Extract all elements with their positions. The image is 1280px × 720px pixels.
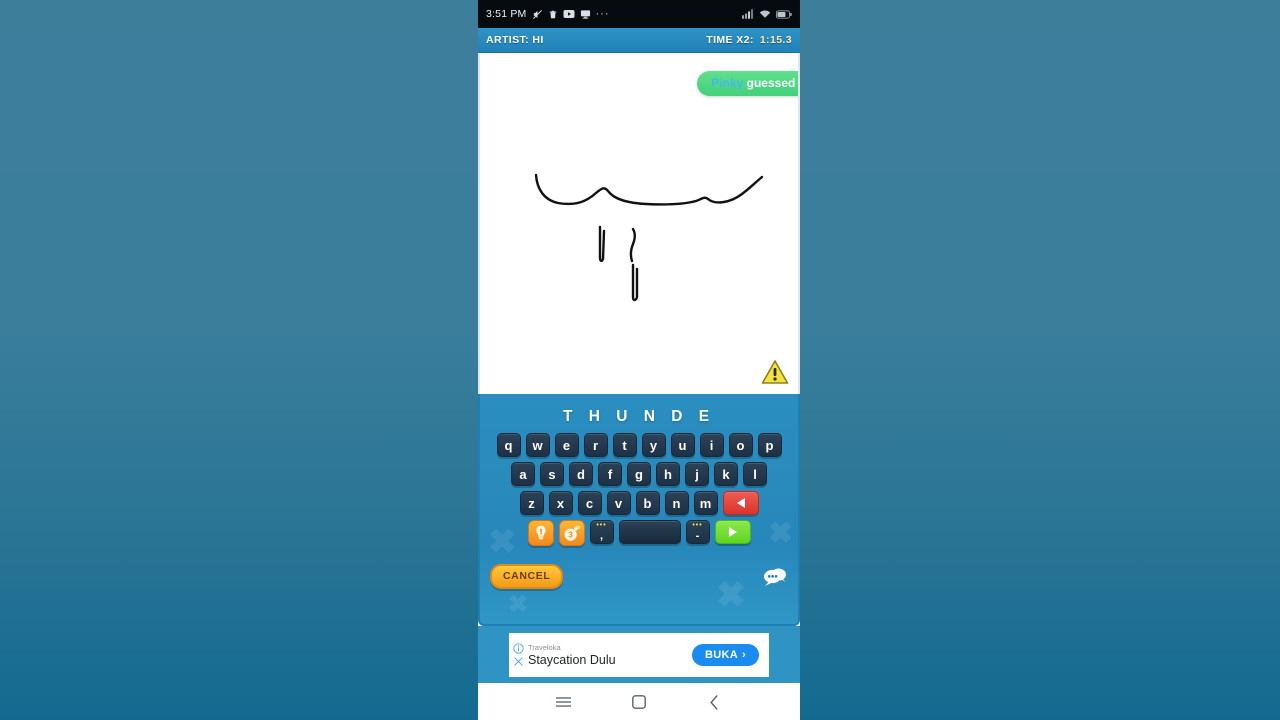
key-m[interactable]: m [693,491,718,515]
key-a[interactable]: a [511,462,535,486]
ad-banner[interactable]: Traveloka Staycation Dulu BUKA › [509,633,769,677]
keyboard-row-2: a s d f g h j k l [480,462,798,486]
key-hyphen[interactable]: ••• - [685,520,710,544]
artist-label: ARTIST: [486,34,530,46]
key-t[interactable]: t [612,433,637,457]
time-label: TIME X2: [706,34,754,46]
key-f[interactable]: f [598,462,622,486]
ad-zone: Traveloka Staycation Dulu BUKA › [478,626,800,683]
key-s[interactable]: s [540,462,564,486]
cancel-button[interactable]: CANCEL [490,564,564,589]
drawing-strokes [534,173,764,302]
key-w[interactable]: w [525,433,550,457]
toast-username: Pinky [711,76,744,90]
key-o[interactable]: o [728,433,753,457]
android-status-bar: 3:51 PM ··· [478,0,800,28]
ad-headline: Staycation Dulu [528,653,616,667]
keyboard-bottom-bar: CANCEL [480,551,798,589]
bomb-icon[interactable]: 3 [558,520,585,546]
artist-info: ARTIST: HI [486,34,706,46]
key-k[interactable]: k [714,462,738,486]
signal-icon [742,9,754,19]
ad-info-icon[interactable] [513,643,524,654]
artist-name: HI [532,34,544,46]
status-overflow-icon: ··· [595,8,610,20]
chat-bubble-icon[interactable] [762,566,788,588]
key-j[interactable]: j [685,462,709,486]
key-e[interactable]: e [554,433,579,457]
key-c[interactable]: c [577,491,602,515]
key-p[interactable]: p [757,433,782,457]
warning-triangle-icon[interactable] [760,358,790,386]
keyboard-row-3: z x c v b n m [480,491,798,515]
game-top-bar: ARTIST: HI TIME X2: 1:15.3 [478,28,800,53]
key-u[interactable]: u [670,433,695,457]
battery-icon [776,10,792,19]
status-clock: 3:51 PM [486,8,527,20]
comma-dots-indicator: ••• [596,522,607,529]
key-q[interactable]: q [496,433,521,457]
recents-menu-icon[interactable] [549,687,579,717]
key-space[interactable] [618,520,681,544]
ad-close-icon[interactable] [513,656,524,667]
lightbulb-hint-icon[interactable] [527,520,554,546]
mute-icon [532,9,543,20]
key-y[interactable]: y [641,433,666,457]
keyboard-row-4: 3 ••• , ••• - [480,520,798,546]
guess-toast: Pinky guessed it [697,71,798,96]
keyboard-row-1: q w e r t y u i o p [480,433,798,457]
key-l[interactable]: l [743,462,767,486]
ad-badges [509,633,526,677]
back-chevron-icon[interactable] [699,687,729,717]
svg-text:3: 3 [568,530,573,539]
trash-icon [548,9,558,20]
decoration-x-lower: ✖ [508,591,529,618]
key-v[interactable]: v [606,491,631,515]
key-i[interactable]: i [699,433,724,457]
time-value: 1:15.3 [759,34,792,46]
play-submit-icon[interactable] [714,520,751,544]
key-n[interactable]: n [664,491,689,515]
key-z[interactable]: z [519,491,544,515]
key-r[interactable]: r [583,433,608,457]
key-b[interactable]: b [635,491,660,515]
cast-icon [580,9,591,20]
keyboard-panel: ✖ ✖ ✖ ✖ T H U N D E q w e r t y u i o p … [478,394,800,626]
wifi-icon [759,9,771,19]
key-d[interactable]: d [569,462,593,486]
youtube-icon [563,9,575,19]
hyphen-label: - [695,529,700,542]
key-comma[interactable]: ••• , [589,520,614,544]
comma-label: , [599,529,604,542]
key-h[interactable]: h [656,462,680,486]
key-g[interactable]: g [627,462,651,486]
ad-cta-label: BUKA [705,649,739,661]
backspace-arrow-icon[interactable] [722,491,759,515]
word-display: T H U N D E [562,408,716,425]
home-square-icon[interactable] [624,687,654,717]
key-x[interactable]: x [548,491,573,515]
hyphen-dots-indicator: ••• [692,522,703,529]
phone-screen: 3:51 PM ··· ARTIST: HI TIME X2: 1:15.3 P… [478,0,800,720]
ad-brand: Traveloka [528,643,561,652]
virtual-keyboard: q w e r t y u i o p a s d f g h j k l z … [480,426,798,546]
timer-info: TIME X2: 1:15.3 [706,34,792,46]
chevron-right-icon: › [742,649,746,661]
toast-message: guessed it [746,76,798,90]
ad-cta-button[interactable]: BUKA › [692,644,759,666]
drawing-canvas[interactable]: Pinky guessed it [478,53,800,394]
android-nav-bar [478,683,800,720]
ad-text: Traveloka Staycation Dulu [526,642,692,668]
